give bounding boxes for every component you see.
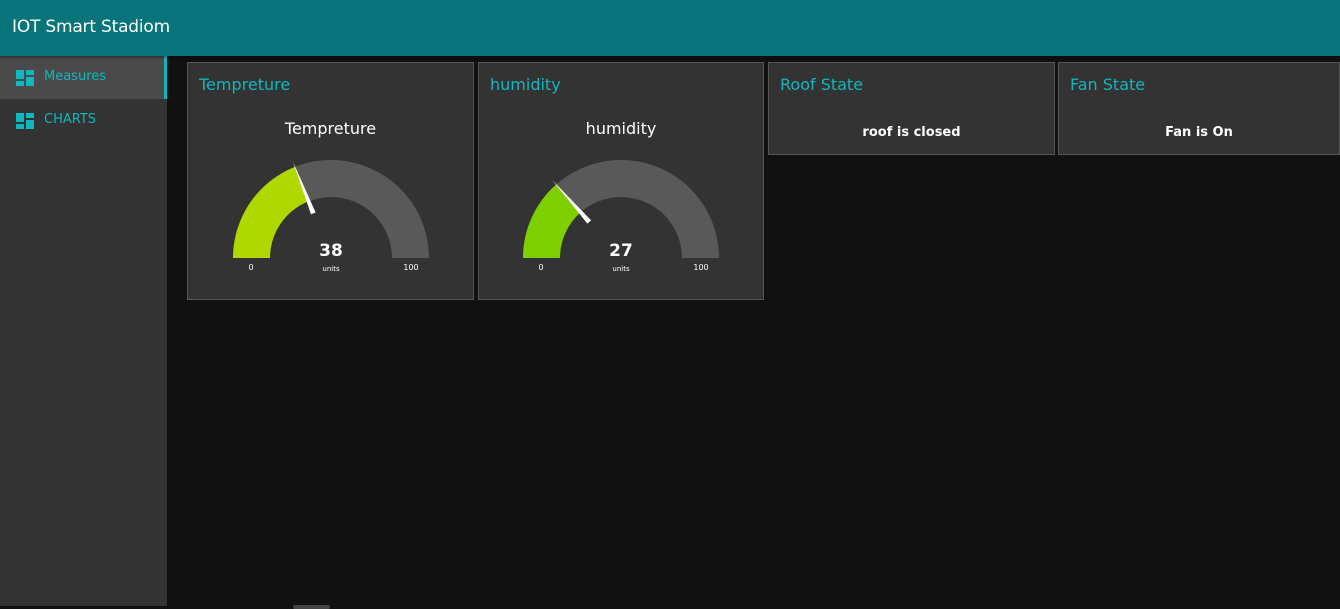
roof-state-card: Roof State roof is closed <box>768 62 1055 155</box>
sidebar-item-measures[interactable]: Measures <box>0 56 167 99</box>
gauge-units: units <box>322 265 340 273</box>
sidebar-item-charts[interactable]: CHARTS <box>0 99 167 142</box>
card-title: Roof State <box>780 75 864 94</box>
gauge-value: 27 <box>609 241 633 261</box>
temperature-card: Tempreture Tempreture 38 units 0 100 <box>187 62 474 300</box>
sidebar-item-label: Measures <box>44 69 107 84</box>
humidity-gauge: 27 units 0 100 <box>523 160 719 273</box>
temperature-gauge: 38 units 0 100 <box>233 160 429 273</box>
sidebar: Measures CHARTS <box>0 56 167 606</box>
humidity-card: humidity humidity 27 units 0 100 <box>478 62 764 300</box>
app-title: IOT Smart Stadiom <box>12 17 170 37</box>
dashboard-icon <box>16 70 34 86</box>
card-title: Fan State <box>1070 75 1146 94</box>
gauge-fill <box>233 166 309 258</box>
fan-state-text: Fan is On <box>1165 125 1233 140</box>
dashboard-main: Tempreture Tempreture 38 units 0 100 hum… <box>167 56 1340 609</box>
gauge-min: 0 <box>248 263 253 272</box>
gauge-value: 38 <box>319 241 343 261</box>
gauge-max: 100 <box>693 263 708 272</box>
gauge-max: 100 <box>403 263 418 272</box>
app-header: IOT Smart Stadiom <box>0 0 1340 56</box>
gauge-units: units <box>612 265 630 273</box>
fan-state-card: Fan State Fan is On <box>1058 62 1340 155</box>
horizontal-scrollbar[interactable] <box>293 605 330 609</box>
gauge-min: 0 <box>538 263 543 272</box>
dashboard-icon <box>16 113 34 129</box>
sidebar-item-label: CHARTS <box>44 112 97 127</box>
roof-state-text: roof is closed <box>862 125 961 140</box>
